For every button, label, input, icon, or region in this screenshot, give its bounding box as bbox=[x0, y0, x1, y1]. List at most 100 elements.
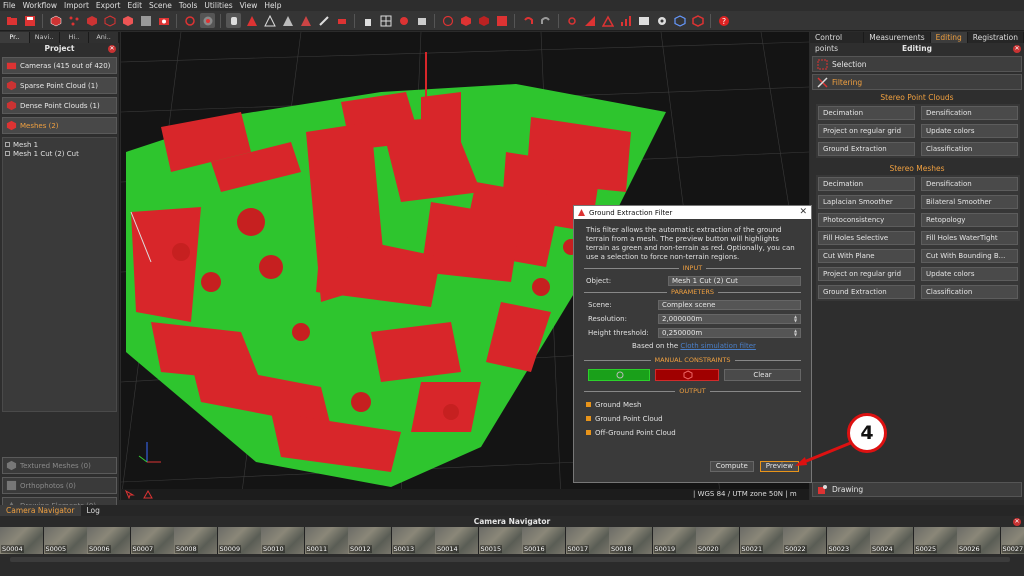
menu-scene[interactable]: Scene bbox=[149, 1, 172, 10]
menu-workflow[interactable]: Workflow bbox=[23, 1, 57, 10]
blocks-icon[interactable] bbox=[414, 13, 429, 28]
textured-cube-icon[interactable] bbox=[120, 13, 135, 28]
tab-editing[interactable]: Editing bbox=[930, 32, 968, 43]
object-select[interactable]: Mesh 1 Cut (2) Cut bbox=[668, 276, 801, 286]
spin-arrows-icon[interactable]: ▲ ▼ bbox=[794, 329, 799, 337]
camera-thumbnail[interactable]: S0009 bbox=[217, 527, 261, 554]
box-select-icon[interactable] bbox=[458, 13, 473, 28]
cloud-decimation-button[interactable]: Decimation bbox=[818, 106, 915, 120]
tab-project[interactable]: Pr.. bbox=[0, 32, 30, 43]
bar-chart-icon[interactable] bbox=[618, 13, 633, 28]
menu-help[interactable]: Help bbox=[264, 1, 281, 10]
output-ground-mesh[interactable]: Ground Mesh bbox=[586, 400, 811, 409]
checkbox[interactable] bbox=[586, 430, 591, 435]
tab-registration[interactable]: Registration bbox=[968, 32, 1024, 43]
terrain-constraint-button[interactable] bbox=[588, 369, 650, 381]
camera-thumbnail[interactable]: S0022 bbox=[783, 527, 826, 554]
angle-icon[interactable] bbox=[600, 13, 615, 28]
menu-tools[interactable]: Tools bbox=[179, 1, 197, 10]
camera-thumbnail[interactable]: S0025 bbox=[913, 527, 957, 554]
rotate-icon[interactable] bbox=[182, 13, 197, 28]
open-project-icon[interactable] bbox=[4, 13, 19, 28]
sparse-cloud-item[interactable]: Sparse Point Cloud (1) bbox=[2, 77, 117, 94]
camera-thumbnail[interactable]: S0014 bbox=[435, 527, 478, 554]
close-icon[interactable]: ✕ bbox=[1013, 44, 1021, 53]
camera-thumbnail[interactable]: S0019 bbox=[652, 527, 696, 554]
mesh-update-colors-button[interactable]: Update colors bbox=[921, 267, 1018, 281]
ruler-icon[interactable] bbox=[582, 13, 597, 28]
textured-meshes-item[interactable]: Textured Meshes (0) bbox=[2, 457, 117, 474]
add-cube-icon[interactable] bbox=[48, 13, 63, 28]
cameras-item[interactable]: Cameras (415 out of 420) bbox=[2, 57, 117, 74]
orthophotos-item[interactable]: Orthophotos (0) bbox=[2, 477, 117, 494]
camera-thumbnail[interactable]: S0006 bbox=[87, 527, 130, 554]
clear-button[interactable]: Clear bbox=[724, 369, 801, 381]
mesh-decimation-button[interactable]: Decimation bbox=[818, 177, 915, 191]
textured-triangle-icon[interactable] bbox=[298, 13, 313, 28]
menu-export[interactable]: Export bbox=[96, 1, 121, 10]
laplacian-smoother-button[interactable]: Laplacian Smoother bbox=[818, 195, 915, 209]
grid-icon[interactable] bbox=[378, 13, 393, 28]
measure-icon[interactable] bbox=[564, 13, 579, 28]
menu-view[interactable]: View bbox=[240, 1, 258, 10]
filtering-section[interactable]: Filtering bbox=[812, 74, 1022, 90]
bilateral-smoother-button[interactable]: Bilateral Smoother bbox=[921, 195, 1018, 209]
red-cube-icon[interactable] bbox=[690, 13, 705, 28]
brush-icon[interactable] bbox=[316, 13, 331, 28]
menu-import[interactable]: Import bbox=[64, 1, 89, 10]
solid-triangle-icon[interactable] bbox=[280, 13, 295, 28]
resolution-spinbox[interactable]: 2,000000m ▲ ▼ bbox=[658, 314, 801, 324]
tab-measurements[interactable]: Measurements bbox=[864, 32, 931, 43]
tab-log[interactable]: Log bbox=[81, 505, 106, 516]
list-item[interactable]: Mesh 1 Cut (2) Cut bbox=[5, 149, 114, 158]
fill-holes-watertight-button[interactable]: Fill Holes WaterTight bbox=[921, 231, 1018, 245]
mesh-classification-button[interactable]: Classification bbox=[921, 285, 1018, 299]
hand-icon[interactable] bbox=[226, 13, 241, 28]
camera-thumbnail[interactable]: S0008 bbox=[174, 527, 217, 554]
camera-thumbnail[interactable]: S0015 bbox=[478, 527, 522, 554]
non-terrain-constraint-button[interactable] bbox=[655, 369, 719, 381]
mesh-densification-button[interactable]: Densification bbox=[921, 177, 1018, 191]
camera-thumbnail[interactable]: S0012 bbox=[348, 527, 391, 554]
eraser-icon[interactable] bbox=[334, 13, 349, 28]
camera-thumbnail[interactable]: S0005 bbox=[43, 527, 87, 554]
retopology-button[interactable]: Retopology bbox=[921, 213, 1018, 227]
camera-thumbnail[interactable]: S0011 bbox=[304, 527, 348, 554]
frame-icon[interactable] bbox=[494, 13, 509, 28]
horizontal-scrollbar[interactable] bbox=[10, 557, 1010, 562]
sphere-icon[interactable] bbox=[440, 13, 455, 28]
tab-history[interactable]: Hi.. bbox=[59, 32, 90, 43]
camera-thumbnail[interactable]: S0024 bbox=[870, 527, 913, 554]
tab-navigation[interactable]: Navi.. bbox=[29, 32, 60, 43]
ortho-icon[interactable] bbox=[138, 13, 153, 28]
redo-icon[interactable] bbox=[538, 13, 553, 28]
camera-thumbnail[interactable]: S0026 bbox=[957, 527, 1000, 554]
camera-thumbnail[interactable]: S0017 bbox=[565, 527, 609, 554]
help-icon[interactable]: ? bbox=[716, 13, 731, 28]
save-icon[interactable] bbox=[22, 13, 37, 28]
scene-select[interactable]: Complex scene bbox=[658, 300, 801, 310]
menu-file[interactable]: File bbox=[3, 1, 16, 10]
camera-thumbnail[interactable]: S0016 bbox=[522, 527, 565, 554]
close-icon[interactable]: ✕ bbox=[799, 207, 807, 217]
checkbox[interactable] bbox=[586, 402, 591, 407]
mesh-cube-icon[interactable] bbox=[102, 13, 117, 28]
close-icon[interactable]: ✕ bbox=[108, 44, 116, 53]
undo-icon[interactable] bbox=[520, 13, 535, 28]
cloud-ground-extraction-button[interactable]: Ground Extraction bbox=[818, 142, 915, 156]
output-offground-cloud[interactable]: Off-Ground Point Cloud bbox=[586, 428, 811, 437]
preview-button[interactable]: Preview bbox=[759, 461, 799, 472]
cube-icon[interactable] bbox=[84, 13, 99, 28]
wire-triangle-icon[interactable] bbox=[262, 13, 277, 28]
tab-camera-navigator[interactable]: Camera Navigator bbox=[0, 505, 81, 516]
code-icon[interactable] bbox=[636, 13, 651, 28]
box-icon[interactable] bbox=[476, 13, 491, 28]
mesh-project-grid-button[interactable]: Project on regular grid bbox=[818, 267, 915, 281]
drawing-section[interactable]: Drawing bbox=[812, 482, 1022, 497]
checkbox[interactable] bbox=[5, 151, 10, 156]
mesh-ground-extraction-button[interactable]: Ground Extraction bbox=[818, 285, 915, 299]
menu-utilities[interactable]: Utilities bbox=[204, 1, 232, 10]
camera-thumbnail[interactable]: S0013 bbox=[391, 527, 435, 554]
cut-bounding-box-button[interactable]: Cut With Bounding B... bbox=[921, 249, 1018, 263]
3d-cube-icon[interactable] bbox=[672, 13, 687, 28]
